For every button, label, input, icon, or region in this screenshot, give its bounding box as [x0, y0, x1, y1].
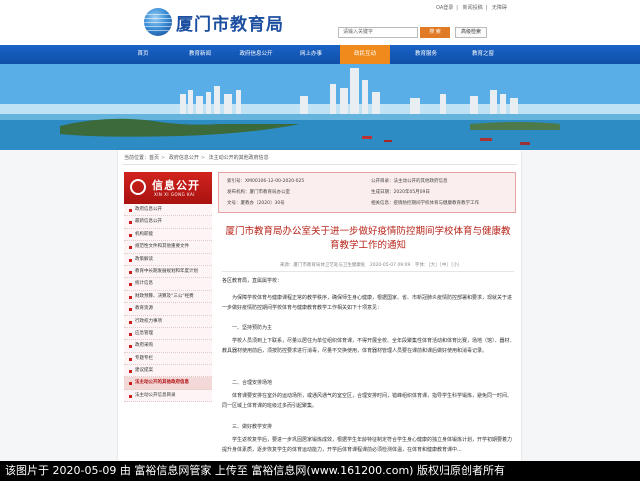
- paragraph: 体育课要安排在室外的运动场所，或通风通气的室空区，合理安排时间，错峰组织体育课，…: [222, 393, 513, 409]
- main-nav: 首页 教育新闻 政府信息公开 网上办事 政民互动 教育服务 教育之窗: [0, 45, 640, 64]
- oa-login-link[interactable]: OA登录: [436, 5, 453, 11]
- header: 厦门市教育局 OA登录 | 新闻投稿 | 无障碍 请输入关键字 搜 索 高级检索: [0, 0, 640, 45]
- nav-item-edu-window[interactable]: 教育之窗: [458, 45, 508, 64]
- breadcrumb-current[interactable]: 法主动公开的其他政府信息: [209, 155, 269, 161]
- sidebar-item[interactable]: 应急管理: [124, 327, 212, 341]
- nav-item-online-service[interactable]: 网上办事: [286, 45, 336, 64]
- paragraph: 为保障学校体育与健康课程正常的教学秩序，确保师生身心健康，根据国家、省、市新冠肺…: [222, 295, 513, 311]
- salutation: 各区教育局，直属属学校：: [222, 278, 283, 284]
- city-banner-image: [0, 64, 640, 150]
- sidebar-item[interactable]: 政策解读: [124, 253, 212, 266]
- sidebar-item[interactable]: 法主动公开信息目录: [124, 389, 212, 403]
- sidebar-item[interactable]: 政府采购: [124, 340, 212, 353]
- sidebar-title: 信息公开: [152, 179, 200, 192]
- section-heading: 二、合理安排场地: [232, 380, 273, 386]
- section-heading: 一、坚持预防为主: [232, 325, 273, 331]
- sidebar-item[interactable]: 机构职能: [124, 228, 212, 242]
- nav-item-gov-info[interactable]: 政府信息公开: [229, 45, 283, 64]
- nav-item-news[interactable]: 教育新闻: [175, 45, 225, 64]
- top-links: OA登录 | 新闻投稿 | 无障碍: [436, 5, 507, 11]
- document-info-box: 索引号：XM00106-12-00-2020-025 公开目录：法主动公开的其他…: [218, 172, 516, 213]
- document-number: 文号：厦教办〔2020〕30号: [227, 201, 285, 206]
- sidebar-item[interactable]: 最新信息公开: [124, 216, 212, 229]
- nav-item-home[interactable]: 首页: [118, 45, 168, 64]
- info-download-icon: [130, 179, 146, 195]
- catalog: 公开目录：法主动公开的其他政府信息: [371, 179, 448, 184]
- related-topic: 相关信息：疫情防控期间学校体育与健康教育教学工作: [371, 201, 479, 206]
- site-title[interactable]: 厦门市教育局: [176, 10, 284, 35]
- sidebar-header: 信息公开 XIN XI GONG KAI: [124, 172, 212, 204]
- nav-item-interaction[interactable]: 政民互动: [340, 45, 390, 64]
- nav-item-edu-service[interactable]: 教育服务: [401, 45, 451, 64]
- sidebar-item[interactable]: 政府信息公开: [124, 204, 212, 217]
- sidebar-item[interactable]: 行政权力事项: [124, 315, 212, 328]
- search-input[interactable]: 请输入关键字: [338, 27, 418, 38]
- page: 厦门市教育局 OA登录 | 新闻投稿 | 无障碍 请输入关键字 搜 索 高级检索 首…: [0, 0, 640, 481]
- advanced-search-button[interactable]: 高级检索: [455, 27, 487, 38]
- divider: [122, 164, 517, 165]
- sidebar-item[interactable]: 财政预算、决算及“三公”经费: [124, 290, 212, 304]
- news-submit-link[interactable]: 新闻投稿: [463, 5, 483, 11]
- index-number: 索引号：XM00106-12-00-2020-025: [227, 179, 305, 184]
- sidebar-list: 政府信息公开 最新信息公开 机构职能 规范性文件和其他重要文件 政策解读 教育中…: [124, 204, 212, 403]
- paragraph: 学校人员须到上下联系，尽量以居住为单位组织体育课，不得开展全校、全年段聚集性体育…: [222, 338, 515, 354]
- search-button[interactable]: 搜 索: [420, 27, 450, 38]
- section-heading: 三、做好教学安排: [232, 424, 273, 430]
- breadcrumb: 当前位置：首页 > 政府信息公开 > 法主动公开的其他政府信息: [124, 155, 269, 161]
- sidebar-subtitle: XIN XI GONG KAI: [154, 192, 195, 197]
- publish-date: 生成日期：2020年05月09日: [371, 190, 430, 195]
- sidebar-item[interactable]: 教育中长期发展规划和年度计划: [124, 265, 212, 279]
- sidebar-item[interactable]: 统计信息: [124, 278, 212, 291]
- breadcrumb-home[interactable]: 当前位置：首页: [124, 155, 159, 161]
- sidebar-item[interactable]: 教育资源: [124, 303, 212, 316]
- article-meta: 来源：厦门市教育局体卫艺处与卫生健康处 2020-05-07 09:09 字体：…: [279, 263, 463, 268]
- article-title: 厦门市教育局办公室关于进一步做好疫情防控期间学校体育与健康教育教学工作的通知: [225, 226, 511, 251]
- watermark-caption: 该图片于 2020-05-09 由 富裕信息网管家 上传至 富裕信息网(www.…: [0, 461, 640, 481]
- sidebar-item[interactable]: 建议提案: [124, 365, 212, 378]
- publisher: 发布机构：厦门市教育局办公室: [227, 190, 290, 195]
- divider: [222, 271, 514, 272]
- paragraph: 学生返校复学后，要进一步巩固居家锻炼成效，根据学生年龄特征制定符合学生身心健康的…: [222, 437, 513, 453]
- breadcrumb-gov-info[interactable]: 政府信息公开: [169, 155, 199, 161]
- sidebar-item[interactable]: 规范性文件和其他重要文件: [124, 241, 212, 254]
- sidebar-item[interactable]: 专题专栏: [124, 352, 212, 366]
- sidebar-item-active[interactable]: 法主动公开的其他政府信息: [124, 377, 212, 390]
- accessibility-link[interactable]: 无障碍: [492, 5, 507, 11]
